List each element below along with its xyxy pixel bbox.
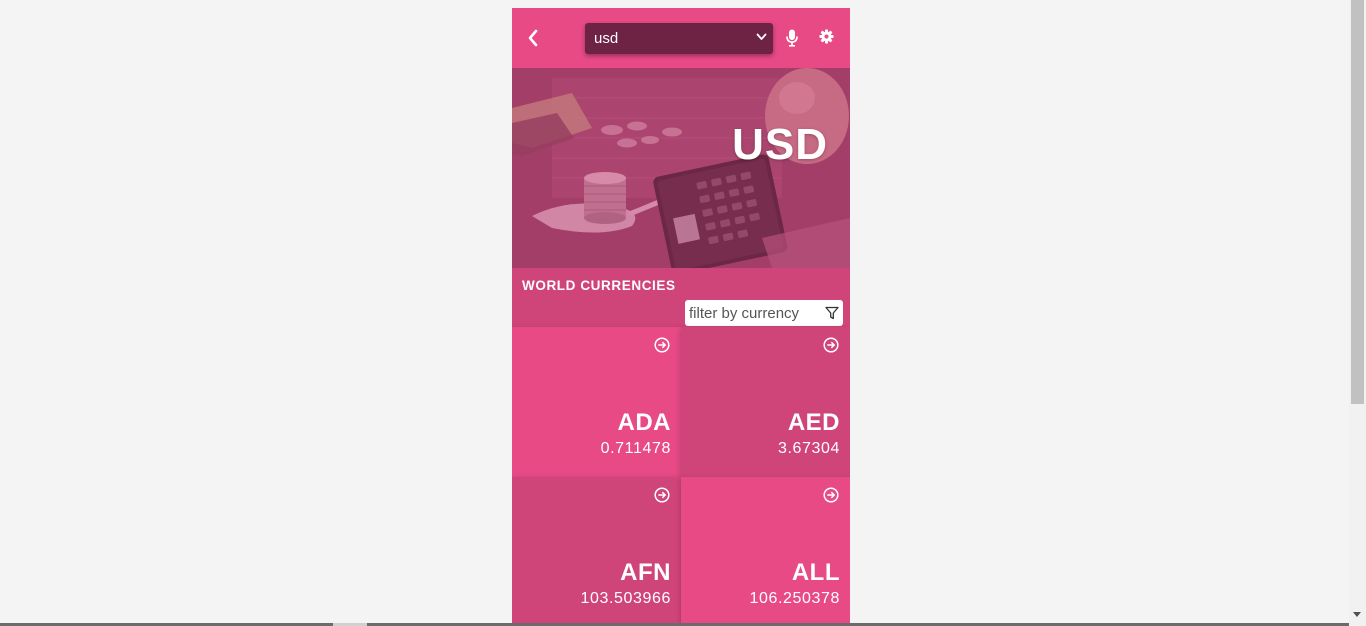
currency-rate: 103.503966 bbox=[580, 590, 671, 607]
currency-rate: 3.67304 bbox=[777, 440, 840, 457]
currency-code: AFN bbox=[620, 559, 671, 586]
settings-button[interactable] bbox=[819, 29, 834, 49]
currency-card[interactable]: AFN 103.503966 bbox=[512, 477, 681, 626]
world-currencies-header: WORLD CURRENCIES bbox=[512, 268, 850, 327]
currency-grid: ADA 0.711478 AED 3.67304 AFN 103.503966 bbox=[512, 327, 850, 626]
currency-code: AED bbox=[787, 409, 840, 436]
arrow-right-circle-icon[interactable] bbox=[654, 487, 670, 503]
currency-code: ALL bbox=[791, 559, 840, 586]
page-scrollbar[interactable] bbox=[1349, 0, 1366, 626]
arrow-right-circle-icon[interactable] bbox=[654, 337, 670, 353]
back-button[interactable] bbox=[522, 24, 544, 52]
microphone-icon bbox=[786, 29, 798, 47]
currency-rate: 106.250378 bbox=[749, 590, 840, 607]
currency-card[interactable]: AED 3.67304 bbox=[681, 327, 850, 477]
top-bar: usd bbox=[512, 8, 850, 68]
funnel-icon[interactable] bbox=[825, 306, 839, 320]
gear-icon bbox=[819, 29, 834, 44]
arrow-right-circle-icon[interactable] bbox=[823, 487, 839, 503]
scrollbar-thumb[interactable] bbox=[1351, 0, 1364, 404]
hero-banner: USD bbox=[512, 68, 850, 268]
filter-box bbox=[685, 300, 843, 326]
currency-select[interactable]: usd bbox=[585, 23, 773, 54]
currency-card[interactable]: ADA 0.711478 bbox=[512, 327, 681, 477]
chevron-left-icon bbox=[528, 29, 538, 47]
microphone-button[interactable] bbox=[786, 29, 798, 52]
currency-card[interactable]: ALL 106.250378 bbox=[681, 477, 850, 626]
currency-select-wrapper: usd bbox=[585, 23, 773, 54]
scroll-down-arrow-icon[interactable] bbox=[1353, 612, 1361, 617]
arrow-right-circle-icon[interactable] bbox=[823, 337, 839, 353]
currency-app: usd USD WORLD CURRENCIES filter by curre… bbox=[512, 8, 850, 626]
filter-input[interactable] bbox=[685, 300, 817, 326]
hero-currency-title: USD bbox=[732, 120, 828, 169]
section-title: WORLD CURRENCIES bbox=[522, 278, 676, 293]
currency-code: ADA bbox=[617, 409, 671, 436]
currency-rate: 0.711478 bbox=[600, 440, 671, 457]
